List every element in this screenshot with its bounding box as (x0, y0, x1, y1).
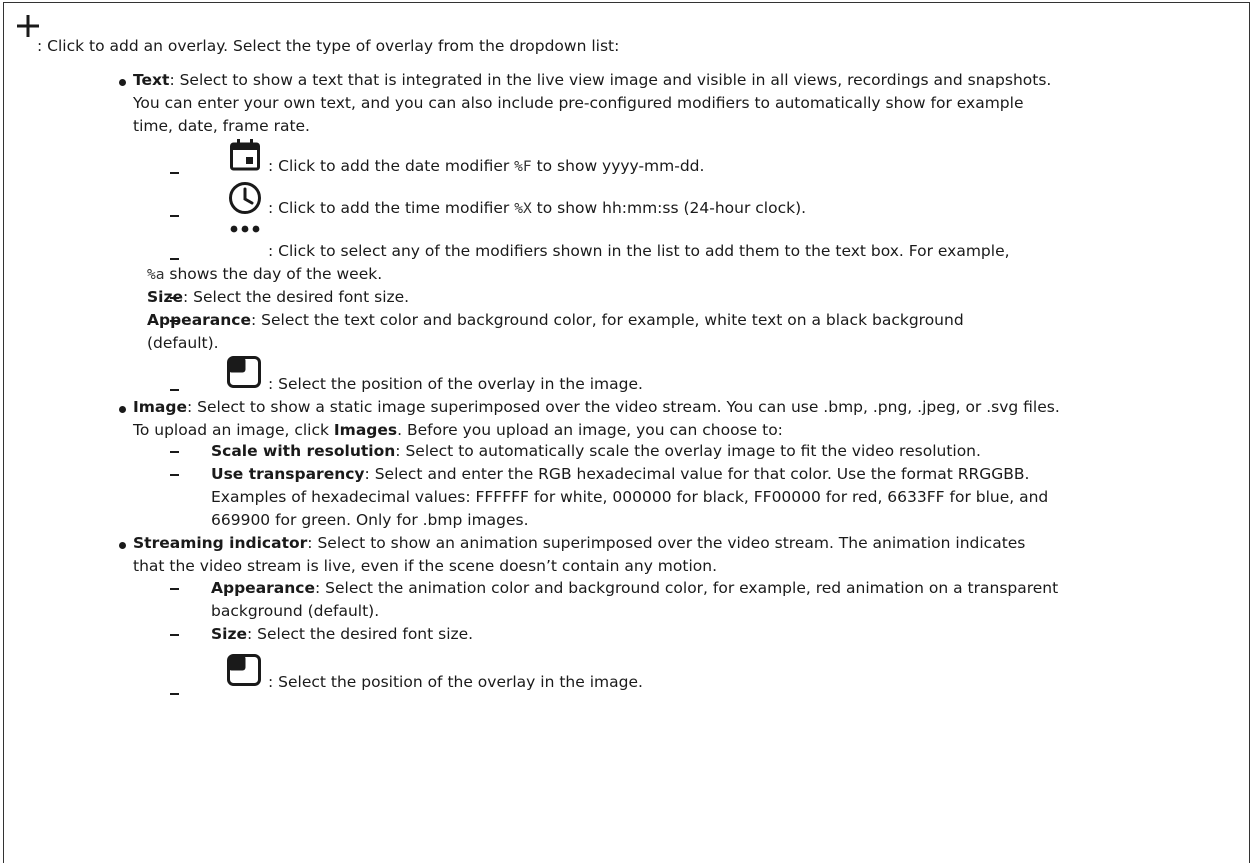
dash (170, 588, 179, 590)
text-item-line1: Text: Select to show a text that is inte… (133, 71, 1052, 89)
plus-icon[interactable] (16, 14, 40, 38)
dash (170, 215, 179, 217)
calendar-icon[interactable] (230, 139, 260, 171)
size-text: Size: Select the desired font size. (147, 288, 410, 306)
dash (170, 172, 179, 174)
transparency-line2: Examples of hexadecimal values: FFFFFF f… (211, 488, 1049, 506)
bullet (119, 79, 126, 86)
appearance-line2: (default). (147, 334, 219, 352)
streaming-size-text: Size: Select the desired font size. (211, 625, 474, 643)
text-item-line3: time, date, frame rate. (133, 117, 310, 135)
more-modifiers-line1: : Click to select any of the modifiers s… (268, 242, 1010, 260)
intro-text: : Click to add an overlay. Select the ty… (37, 37, 620, 55)
dash (170, 389, 179, 391)
dash (170, 258, 179, 260)
dash (170, 474, 179, 476)
more-horizontal-icon[interactable] (230, 225, 260, 233)
time-modifier-text: : Click to add the time modifier %X to s… (268, 199, 807, 217)
text-item-line2: You can enter your own text, and you can… (133, 94, 1024, 112)
clock-icon[interactable] (228, 181, 262, 215)
streaming-position-text: : Select the position of the overlay in … (268, 673, 643, 691)
streaming-item-line2: that the video stream is live, even if t… (133, 557, 718, 575)
position-icon[interactable] (227, 654, 261, 686)
dash (170, 451, 179, 453)
position-text: : Select the position of the overlay in … (268, 375, 643, 393)
transparency-line3: 669900 for green. Only for .bmp images. (211, 511, 529, 529)
bullet (119, 542, 126, 549)
streaming-appearance-line2: background (default). (211, 602, 380, 620)
position-icon[interactable] (227, 356, 261, 388)
transparency-line1: Use transparency: Select and enter the R… (211, 465, 1030, 483)
appearance-line1: Appearance: Select the text color and ba… (147, 311, 964, 329)
bullet (119, 406, 126, 413)
scale-text: Scale with resolution: Select to automat… (211, 442, 981, 460)
more-modifiers-line2: %a shows the day of the week. (147, 265, 383, 283)
image-item-line2: To upload an image, click Images. Before… (133, 421, 783, 439)
streaming-item-line1: Streaming indicator: Select to show an a… (133, 534, 1026, 552)
streaming-appearance-line1: Appearance: Select the animation color a… (211, 579, 1059, 597)
date-modifier-text: : Click to add the date modifier %F to s… (268, 157, 705, 175)
dash (170, 693, 179, 695)
image-item-line1: Image: Select to show a static image sup… (133, 398, 1060, 416)
dash (170, 634, 179, 636)
